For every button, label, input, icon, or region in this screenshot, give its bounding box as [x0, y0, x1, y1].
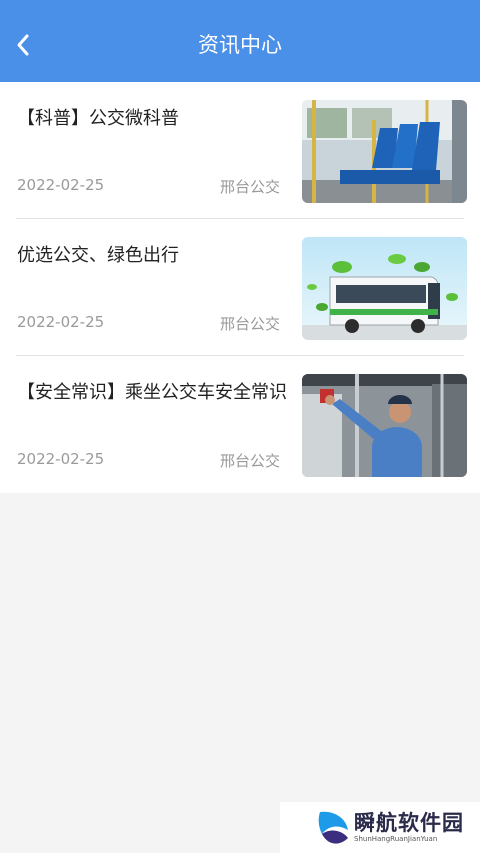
news-item[interactable]: 【安全常识】乘坐公交车安全常识 2022-02-25 邢台公交 [0, 356, 480, 493]
news-source: 邢台公交 [219, 315, 280, 333]
app-header: 资讯中心 [0, 0, 480, 82]
bus-driver-image [302, 374, 467, 477]
watermark: 瞬航软件园 ShunHangRuanJianYuan [280, 802, 480, 853]
bus-seats-image [302, 100, 467, 203]
news-date: 2022-02-25 [17, 313, 105, 331]
news-item[interactable]: 优选公交、绿色出行 2022-02-25 邢台公交 [0, 219, 480, 356]
news-date: 2022-02-25 [17, 450, 105, 468]
news-source: 邢台公交 [219, 452, 280, 470]
news-list: 【科普】公交微科普 2022-02-25 邢台公交 优选公交、绿色出行 2022… [0, 82, 480, 493]
news-date: 2022-02-25 [17, 176, 105, 194]
news-title: 【安全常识】乘坐公交车安全常识 [17, 382, 287, 403]
news-title: 优选公交、绿色出行 [17, 245, 179, 266]
page-title: 资讯中心 [198, 33, 282, 57]
news-title: 【科普】公交微科普 [17, 108, 179, 129]
news-item[interactable]: 【科普】公交微科普 2022-02-25 邢台公交 [0, 82, 480, 219]
brand-logo-icon [318, 811, 348, 844]
green-bus-image [302, 237, 467, 340]
watermark-name: 瞬航软件园 [354, 811, 464, 835]
watermark-pinyin: ShunHangRuanJianYuan [354, 835, 438, 843]
news-source: 邢台公交 [219, 178, 280, 196]
